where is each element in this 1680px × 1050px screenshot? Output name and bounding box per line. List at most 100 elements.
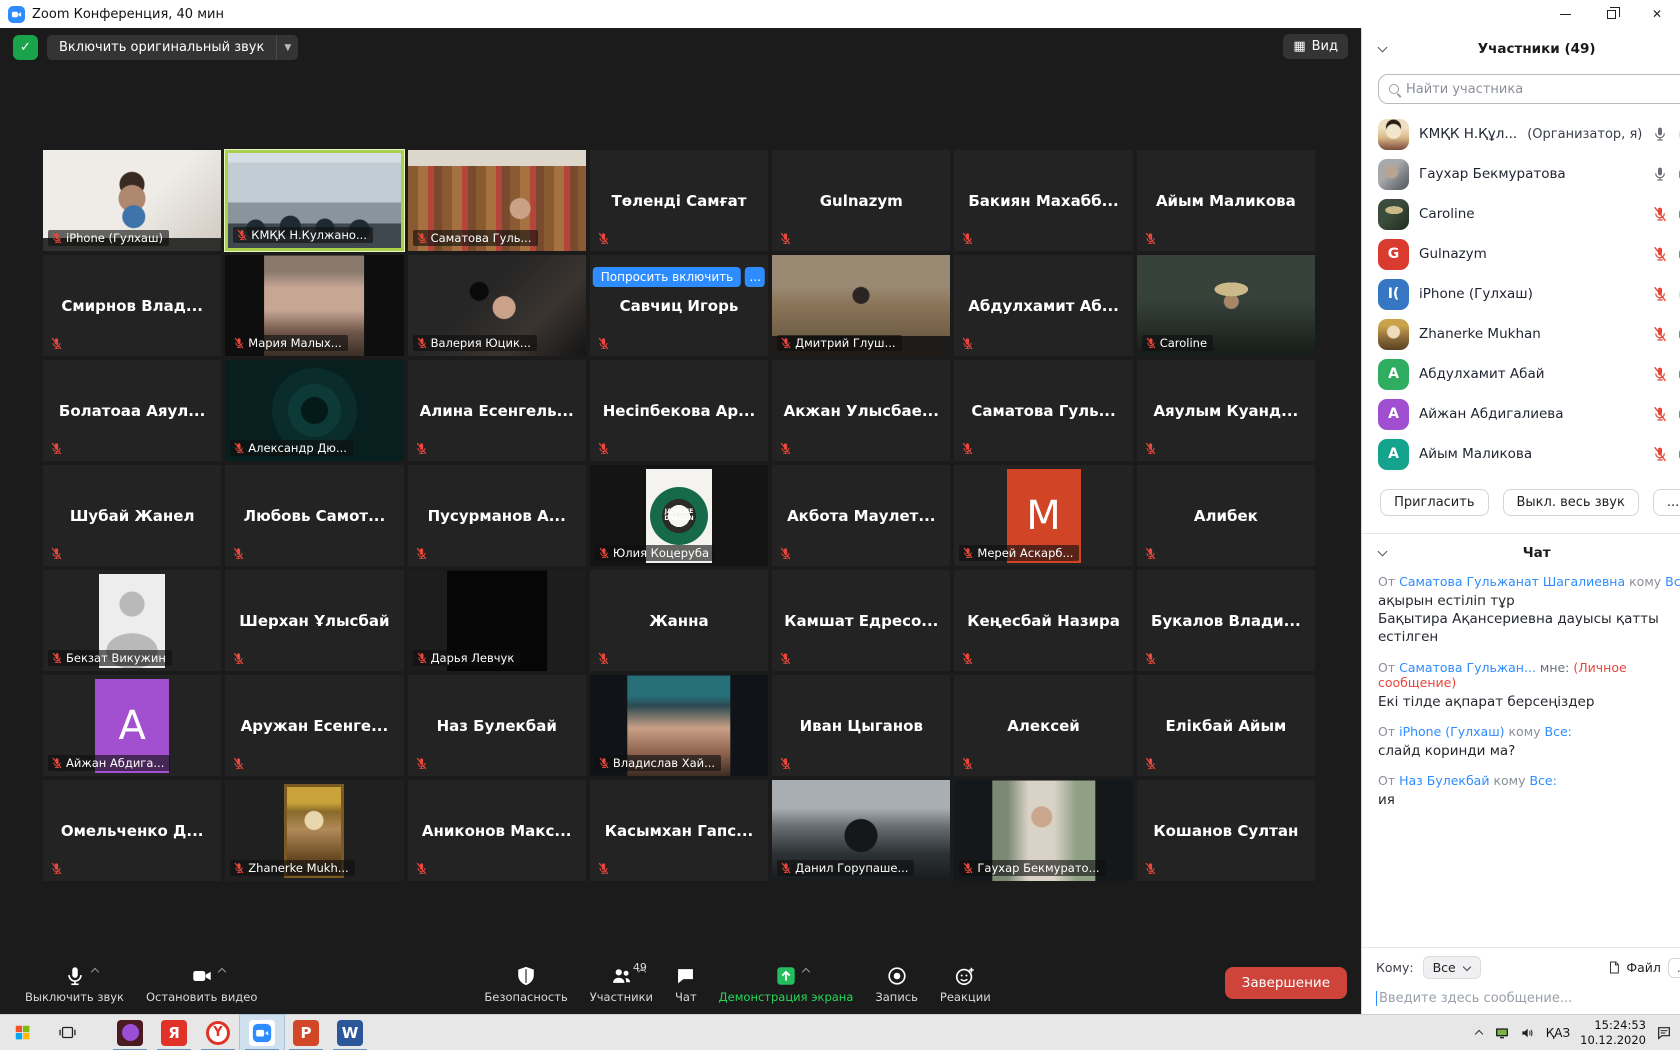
- task-view-button[interactable]: [45, 1015, 90, 1050]
- participant-tile[interactable]: Несіпбекова Ар...: [590, 360, 768, 461]
- chevron-up-icon[interactable]: [803, 967, 810, 974]
- participant-row[interactable]: GGulnazym: [1362, 234, 1680, 274]
- participant-tile[interactable]: Александр Дю...: [225, 360, 403, 461]
- participant-tile[interactable]: Жанна: [590, 570, 768, 671]
- participant-tile[interactable]: Gulnazym: [772, 150, 950, 251]
- chevron-up-icon[interactable]: [92, 967, 99, 974]
- participant-tile[interactable]: M Мерей Аскарб...: [954, 465, 1132, 566]
- participant-tile[interactable]: Аяулым Куанд...: [1137, 360, 1315, 461]
- original-sound-caret-icon[interactable]: ▼: [276, 35, 298, 60]
- participant-tile[interactable]: iPhone (Гулхаш): [43, 150, 221, 251]
- search-input[interactable]: [1406, 82, 1680, 97]
- toolbar-shield-button[interactable]: Безопасность: [473, 952, 578, 1014]
- toolbar-mic-button[interactable]: Выключить звук: [14, 952, 135, 1014]
- participant-tile[interactable]: Смирнов Влад...: [43, 255, 221, 356]
- participant-tile[interactable]: Иван Цыганов: [772, 675, 950, 776]
- participant-row[interactable]: Caroline: [1362, 194, 1680, 234]
- invite-button[interactable]: Пригласить: [1380, 489, 1488, 516]
- participant-av-status[interactable]: [1652, 446, 1680, 463]
- participant-tile[interactable]: Дарья Левчук: [408, 570, 586, 671]
- participant-tile[interactable]: Алибек: [1137, 465, 1315, 566]
- participant-tile[interactable]: JASMINE DRAGON Юлия Коцеруба: [590, 465, 768, 566]
- chat-input[interactable]: Введите здесь сообщение...: [1362, 983, 1680, 1014]
- network-display-icon[interactable]: [1494, 1025, 1510, 1041]
- participant-tile[interactable]: Акжан Улысбае...: [772, 360, 950, 461]
- participants-collapse-icon[interactable]: [1378, 43, 1388, 53]
- participant-tile[interactable]: Акбота Маулет...: [772, 465, 950, 566]
- participant-tile[interactable]: Бакиян Махабб...: [954, 150, 1132, 251]
- language-indicator[interactable]: ҚАЗ: [1546, 1026, 1570, 1040]
- participant-tile[interactable]: Caroline: [1137, 255, 1315, 356]
- participant-tile[interactable]: Гаухар Бекмурато...: [954, 780, 1132, 881]
- chevron-up-icon[interactable]: [639, 967, 646, 974]
- action-center-icon[interactable]: [1656, 1025, 1672, 1041]
- participant-tile[interactable]: Төленді Самғат: [590, 150, 768, 251]
- participant-tile[interactable]: Шубай Жанел: [43, 465, 221, 566]
- minimize-button[interactable]: [1542, 0, 1588, 28]
- participant-av-status[interactable]: [1652, 326, 1680, 343]
- chat-collapse-icon[interactable]: [1378, 547, 1388, 557]
- word-taskbar-button[interactable]: W: [328, 1015, 372, 1050]
- chat-more-button[interactable]: ...: [1668, 958, 1680, 978]
- ask-unmute-button[interactable]: Попросить включить: [593, 267, 742, 287]
- clock[interactable]: 15:24:53 10.12.2020: [1580, 1018, 1646, 1047]
- participant-tile[interactable]: Айым Маликова: [1137, 150, 1315, 251]
- participant-tile[interactable]: Букалов Влади...: [1137, 570, 1315, 671]
- participant-tile[interactable]: КМҚК Н.Кулжано...: [225, 150, 403, 251]
- yandex-browser-taskbar-button[interactable]: Y: [196, 1015, 240, 1050]
- chat-file-button[interactable]: Файл: [1607, 960, 1661, 975]
- toolbar-camera-button[interactable]: Остановить видео: [135, 952, 268, 1014]
- participant-tile[interactable]: Касымхан Гапс...: [590, 780, 768, 881]
- toolbar-share-button[interactable]: Демонстрация экрана: [708, 952, 865, 1014]
- participant-tile[interactable]: Савчиц ИгорьПопросить включить...: [590, 255, 768, 356]
- restore-button[interactable]: [1588, 0, 1634, 28]
- participant-tile[interactable]: Мария Малых...: [225, 255, 403, 356]
- participant-tile[interactable]: Кеңесбай Назира: [954, 570, 1132, 671]
- participant-tile[interactable]: Шерхан Ұлысбай: [225, 570, 403, 671]
- speaker-icon[interactable]: [1520, 1025, 1536, 1041]
- chat-recipient-dropdown[interactable]: Все: [1423, 956, 1481, 979]
- participant-tile[interactable]: Аниконов Макс...: [408, 780, 586, 881]
- ask-unmute-more-button[interactable]: ...: [745, 267, 765, 287]
- participant-row[interactable]: AАйжан Абдигалиева: [1362, 394, 1680, 434]
- participant-row[interactable]: КМҚК Н.Құл...(Организатор, я): [1362, 114, 1680, 154]
- participant-tile[interactable]: Владислав Хай...: [590, 675, 768, 776]
- participant-tile[interactable]: Кошанов Султан: [1137, 780, 1315, 881]
- participant-tile[interactable]: Алексей: [954, 675, 1132, 776]
- start-button[interactable]: [0, 1015, 45, 1050]
- original-sound-button[interactable]: Включить оригинальный звук ▼: [47, 35, 298, 60]
- participant-row[interactable]: AАбдулхамит Абай: [1362, 354, 1680, 394]
- participant-tile[interactable]: Саматова Гуль...: [408, 150, 586, 251]
- participant-row[interactable]: Гаухар Бекмуратова: [1362, 154, 1680, 194]
- participant-av-status[interactable]: [1652, 366, 1680, 383]
- participant-tile[interactable]: Омельченко Д...: [43, 780, 221, 881]
- toolbar-record-button[interactable]: Запись: [864, 952, 929, 1014]
- participant-tile[interactable]: Наз Булекбай: [408, 675, 586, 776]
- view-button[interactable]: ▦ Вид: [1283, 34, 1348, 59]
- participant-tile[interactable]: Любовь Самот...: [225, 465, 403, 566]
- end-meeting-button[interactable]: Завершение: [1225, 967, 1347, 999]
- participant-row[interactable]: I(iPhone (Гулхаш): [1362, 274, 1680, 314]
- tray-expand-icon[interactable]: [1475, 1028, 1484, 1037]
- participant-av-status[interactable]: [1652, 406, 1680, 423]
- participant-search[interactable]: [1378, 74, 1680, 104]
- participant-tile[interactable]: Zhanerke Mukh...: [225, 780, 403, 881]
- participant-av-status[interactable]: [1652, 286, 1680, 303]
- participant-tile[interactable]: Пусурманов А...: [408, 465, 586, 566]
- toolbar-chat-button[interactable]: Чат: [664, 952, 708, 1014]
- mute-all-button[interactable]: Выкл. весь звук: [1503, 489, 1639, 516]
- participant-tile[interactable]: Аружан Есенге...: [225, 675, 403, 776]
- participant-tile[interactable]: Абдулхамит Аб...: [954, 255, 1132, 356]
- participant-tile[interactable]: Камшат Едресо...: [772, 570, 950, 671]
- chevron-up-icon[interactable]: [219, 967, 226, 974]
- toolbar-smile-button[interactable]: Реакции: [929, 952, 1002, 1014]
- yandex-music-taskbar-button[interactable]: [108, 1015, 152, 1050]
- participant-tile[interactable]: Бекзат Викужин: [43, 570, 221, 671]
- participant-tile[interactable]: Валерия Юцик...: [408, 255, 586, 356]
- participants-more-button[interactable]: ...: [1653, 489, 1680, 516]
- zoom-taskbar-button[interactable]: [240, 1015, 284, 1050]
- participant-tile[interactable]: Данил Горупаше...: [772, 780, 950, 881]
- toolbar-people-button[interactable]: 49 Участники: [579, 952, 664, 1014]
- participant-tile[interactable]: Болатоаа Аяул...: [43, 360, 221, 461]
- participant-row[interactable]: AАйым Маликова: [1362, 434, 1680, 474]
